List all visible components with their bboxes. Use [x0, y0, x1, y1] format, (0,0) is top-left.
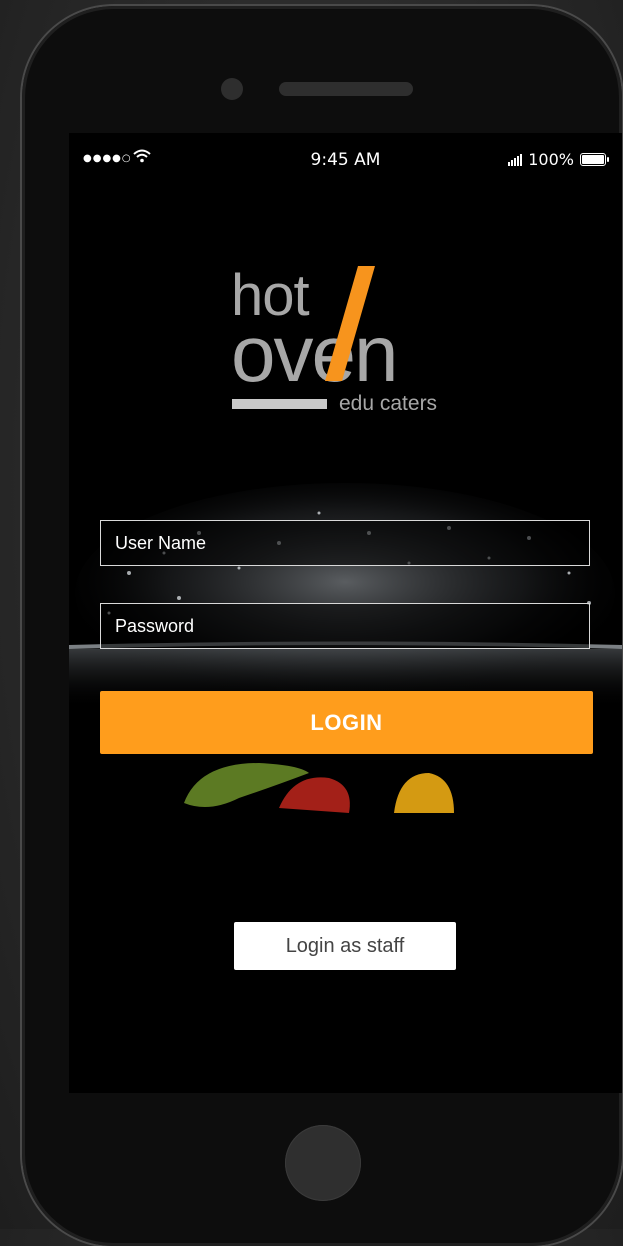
- username-field[interactable]: User Name: [100, 520, 590, 566]
- hot-oven-logo: hot oven edu caters: [229, 263, 469, 423]
- signal-bars-icon: [508, 153, 523, 166]
- logo-underline: [232, 399, 327, 409]
- speaker-grille: [279, 82, 413, 96]
- login-as-staff-label: Login as staff: [285, 934, 405, 957]
- login-button-label: LOGIN: [310, 709, 383, 735]
- login-as-staff-button[interactable]: Login as staff: [234, 922, 456, 970]
- logo-word-bottom: oven: [231, 309, 396, 398]
- app-screen: ●●●●○ 9:45 AM 100% hot oven edu caters U…: [69, 133, 622, 1093]
- status-right-group: 100%: [508, 150, 609, 169]
- username-placeholder: User Name: [115, 532, 207, 553]
- home-button[interactable]: [285, 1125, 361, 1201]
- password-field[interactable]: Password: [100, 603, 590, 649]
- login-button[interactable]: LOGIN: [100, 691, 593, 754]
- camera-icon: [221, 78, 243, 100]
- password-placeholder: Password: [115, 615, 195, 636]
- phone-frame: ●●●●○ 9:45 AM 100% hot oven edu caters U…: [22, 6, 622, 1246]
- status-bar: ●●●●○ 9:45 AM 100%: [69, 133, 622, 188]
- logo-tagline: edu caters: [339, 392, 437, 415]
- battery-percent: 100%: [528, 150, 574, 169]
- battery-icon: [580, 153, 609, 166]
